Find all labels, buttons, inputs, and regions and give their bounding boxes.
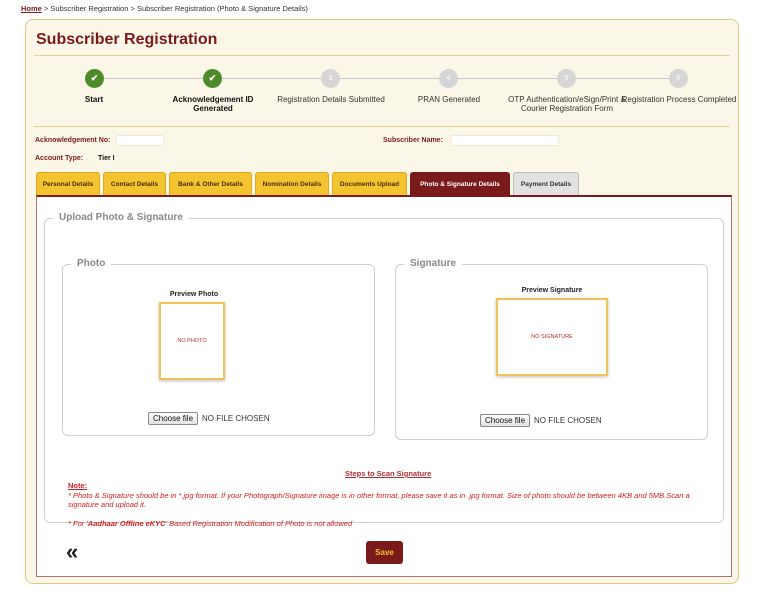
preview-photo-title: Preview Photo [169,291,219,298]
tab-documents-upload[interactable]: Documents Upload [332,172,407,195]
upload-legend: Upload Photo & Signature [53,212,189,223]
photo-file-status: NO FILE CHOSEN [202,414,270,423]
photo-file-row: Choose file NO FILE CHOSEN [148,412,270,425]
subscriber-name-label: Subscriber Name: [383,137,443,144]
step-6-label: Registration Process Completed [621,95,737,104]
tab-payment-details[interactable]: Payment Details [513,172,579,195]
account-type-value: Tier I [98,155,115,162]
note-aadhaar-bold: Aadhaar Offline eKYC [87,519,166,528]
breadcrumb-separator: > [43,4,49,13]
step-4-label: PRAN Generated [417,95,481,104]
photo-choose-file-button[interactable]: Choose file [148,412,199,425]
tab-nomination-details[interactable]: Nomination Details [255,172,329,195]
page-title: Subscriber Registration [36,31,218,48]
note-format-text: * Photo & Signature should be in *.jpg f… [68,491,690,509]
note-aadhaar-text: * For 'Aadhaar Offline eKYC' Based Regis… [68,519,718,528]
upload-fieldset: Upload Photo & Signature Photo Preview P… [44,212,724,528]
note-title: Note: [68,481,88,490]
step-6-marker: 6 [669,69,688,88]
registration-card: Subscriber Registration ✔ ✔ 3 4 5 6 Star… [25,19,739,584]
title-divider [34,55,730,56]
ack-no-value [116,135,164,146]
tab-contact-details[interactable]: Contact Details [103,172,166,195]
step-3-label: Registration Details Submitted [277,95,385,104]
tab-personal-details[interactable]: Personal Details [36,172,100,195]
note-aadhaar-prefix: * For ' [68,519,88,528]
account-type-label: Account Type: [35,155,84,162]
note-aadhaar-suffix: ' Based Registration Modification of Pho… [165,519,353,528]
photo-fieldset: Photo Preview Photo NO PHOTO Choose file… [62,258,375,436]
signature-file-status: NO FILE CHOSEN [534,416,602,425]
signature-choose-file-button[interactable]: Choose file [480,414,531,427]
tab-bank-other-details[interactable]: Bank & Other Details [169,172,252,195]
ack-no-label: Acknowledgement No: [35,137,111,144]
step-2-check-icon: ✔ [203,69,222,88]
steps-divider [34,126,730,127]
step-4-marker: 4 [439,69,458,88]
steps-to-scan-signature-link[interactable]: Steps to Scan Signature [345,469,431,478]
breadcrumb: Home > Subscriber Registration > Subscri… [21,4,308,13]
breadcrumb-home-link[interactable]: Home [21,4,42,13]
step-5-label: OTP Authentication/eSign/Print & Courier… [508,95,626,113]
breadcrumb-level2: Subscriber Registration (Photo & Signatu… [136,4,308,13]
signature-fieldset: Signature Preview Signature NO SIGNATURE… [395,258,708,440]
step-5-marker: 5 [557,69,576,88]
step-2-label: Acknowledgement ID Generated [172,95,254,113]
progress-line [94,78,678,79]
subscriber-name-value [451,135,559,146]
breadcrumb-level1: Subscriber Registration [50,4,129,13]
step-1-check-icon: ✔ [85,69,104,88]
tab-photo-signature-details[interactable]: Photo & Signature Details [410,172,510,195]
breadcrumb-separator: > [130,4,135,13]
signature-legend: Signature [404,258,463,269]
photo-preview: NO PHOTO [159,302,225,380]
step-1-label: Start [84,95,104,104]
photo-legend: Photo [71,258,112,269]
signature-file-row: Choose file NO FILE CHOSEN [480,414,602,427]
preview-signature-title: Preview Signature [521,287,583,294]
step-3-marker: 3 [321,69,340,88]
photo-signature-panel: Upload Photo & Signature Photo Preview P… [36,195,732,577]
signature-preview: NO SIGNATURE [496,298,608,376]
back-arrow-icon[interactable]: « [66,539,78,565]
save-button[interactable]: Save [366,541,403,564]
